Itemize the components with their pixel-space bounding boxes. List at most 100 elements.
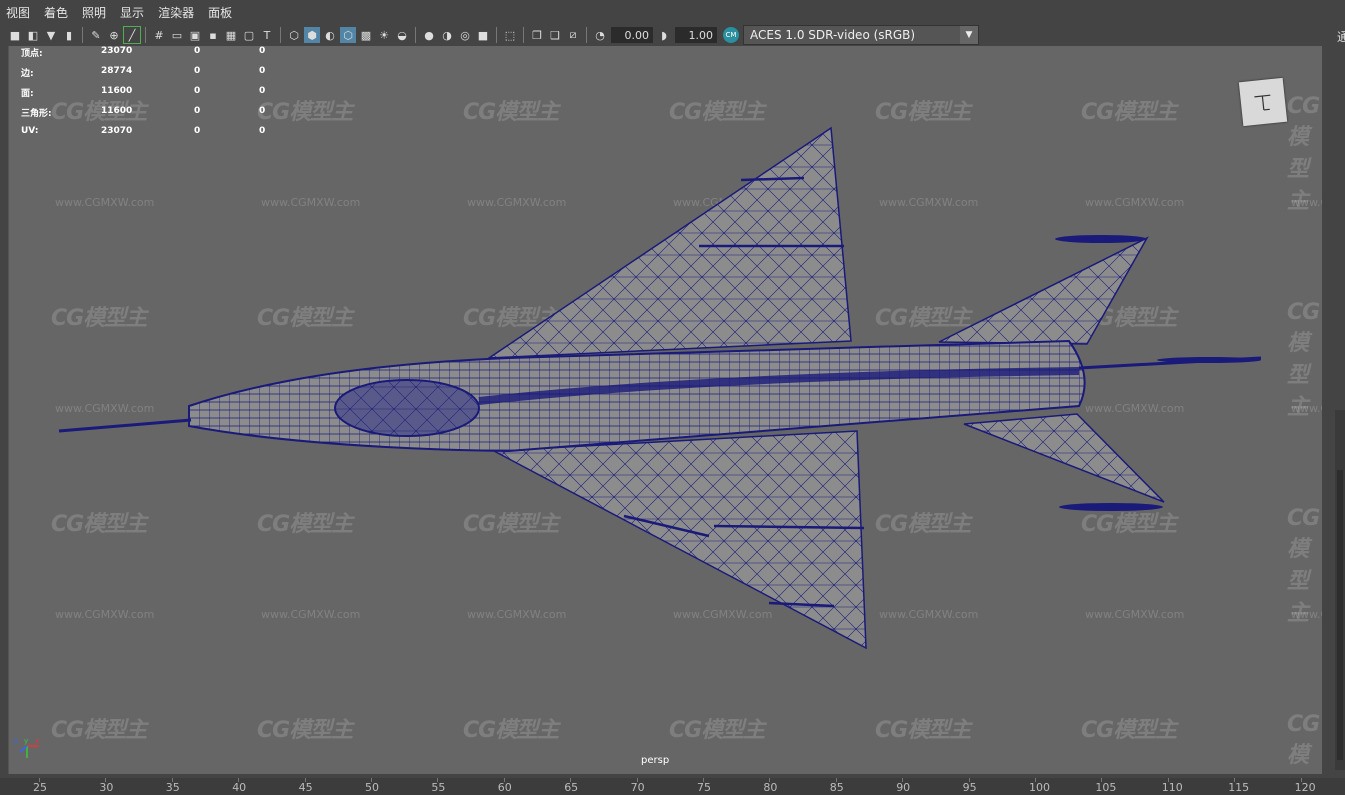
- menu-lighting[interactable]: 照明: [76, 4, 114, 21]
- hud-value: 0: [194, 46, 201, 56]
- film-gate-icon[interactable]: ▭: [169, 27, 185, 43]
- separator: [415, 27, 416, 43]
- color-management-icon[interactable]: CM: [723, 27, 739, 43]
- safe-action-icon[interactable]: ▢: [241, 27, 257, 43]
- timeline-tick-label: 65: [564, 781, 579, 794]
- hud-label: UV:: [21, 126, 39, 136]
- hud-value: 0: [259, 66, 266, 76]
- timeline-tick-label: 80: [763, 781, 778, 794]
- shadows-icon[interactable]: ◒: [394, 27, 410, 43]
- resolution-gate-icon[interactable]: ▣: [187, 27, 203, 43]
- separator: [496, 27, 497, 43]
- textured-icon[interactable]: ▩: [358, 27, 374, 43]
- axis-label-y: y: [24, 737, 28, 745]
- 3d-viewport[interactable]: CG模型主 www.CGMXW.com CG模型主 www.CGMXW.com CG模型…: [8, 46, 1323, 774]
- panel-toolbar: ■ ◧ ▼ ▮ ✎ ⊕ ╱ # ▭ ▣ ▪ ▦ ▢ T ⬡ ⬢ ◐ ⬡ ▩ ☀ …: [0, 24, 1345, 46]
- separator: [82, 27, 83, 43]
- view-cube[interactable]: [1238, 77, 1288, 127]
- timeline-tick-label: 75: [697, 781, 711, 794]
- hud-label: 顶点:: [21, 49, 43, 59]
- hud-value: 11600: [101, 106, 133, 116]
- timeline-tick-label: 45: [298, 781, 313, 794]
- timeline-tick-label: 100: [1029, 781, 1050, 794]
- axis-gizmo: z y x: [14, 737, 39, 758]
- hud-value: 0: [259, 86, 266, 96]
- smooth-shade-icon[interactable]: ⬢: [304, 27, 320, 43]
- safe-title-icon[interactable]: T: [259, 27, 275, 43]
- menu-view[interactable]: 视图: [0, 4, 38, 21]
- anti-aliasing-icon[interactable]: ◎: [457, 27, 473, 43]
- timeline-tick-label: 35: [165, 781, 180, 794]
- hud-value: 0: [194, 86, 201, 96]
- menu-panels[interactable]: 面板: [202, 4, 240, 21]
- hud-value: 0: [194, 126, 201, 136]
- hud-value: 0: [259, 106, 266, 116]
- axis-label-x: x: [35, 737, 39, 745]
- hud-row: 三角形: 11600 0 0: [21, 106, 281, 126]
- timeline-tick-label: 50: [365, 781, 379, 794]
- timeline-tick-label: 55: [431, 781, 446, 794]
- timeline-tick-label: 60: [497, 781, 512, 794]
- grid-icon[interactable]: #: [151, 27, 167, 43]
- separator: [280, 27, 281, 43]
- timeline-tick-label: 70: [630, 781, 645, 794]
- timeline-tick-label: 90: [896, 781, 911, 794]
- bookmark-icon[interactable]: ▼: [43, 27, 59, 43]
- time-slider[interactable]: 25 30 35 40 45 50 55 60 65 70 75 80 85 90 95 100 105 110 1…: [0, 778, 1345, 795]
- camera-icon[interactable]: ■: [7, 27, 23, 43]
- xray-components-icon[interactable]: ⧄: [565, 27, 581, 43]
- gate-mask-icon[interactable]: ▪: [205, 27, 221, 43]
- pitot-probe: [58, 418, 192, 433]
- menu-renderer[interactable]: 渲染器: [152, 4, 202, 21]
- xray-joints-icon[interactable]: ❑: [547, 27, 563, 43]
- timeline-tick-label: 95: [962, 781, 977, 794]
- timeline-tick-label: 25: [33, 781, 47, 794]
- wireframe-on-shaded-icon[interactable]: ⬡: [340, 27, 356, 43]
- right-panel-text: 通: [1337, 30, 1345, 44]
- image-plane-icon[interactable]: ▮: [61, 27, 77, 43]
- poly-count-hud: 顶点: 23070 0 0 边: 28774 0 0 面: 11600 0 0 三角形: 11600 0 0 U…: [21, 46, 281, 146]
- view-cube-axis-icon: [1254, 94, 1271, 111]
- scrollbar-thumb[interactable]: [1337, 470, 1343, 760]
- field-chart-icon[interactable]: ▦: [223, 27, 239, 43]
- gamma-field[interactable]: 1.00: [675, 27, 717, 43]
- timeline-tick-label: 105: [1095, 781, 1117, 794]
- pen-tool-icon[interactable]: ╱: [123, 26, 141, 44]
- axis-label-z: z: [14, 737, 18, 745]
- hud-value: 0: [194, 66, 201, 76]
- hud-value: 0: [194, 106, 201, 116]
- grease-pencil-icon[interactable]: ✎: [88, 27, 104, 43]
- isolate-select-icon[interactable]: ⬚: [502, 27, 518, 43]
- wireframe-icon[interactable]: ⬡: [286, 27, 302, 43]
- menu-bar: 视图 着色 照明 显示 渲染器 面板: [0, 0, 1345, 24]
- hud-value: 0: [259, 46, 266, 56]
- hud-value: 11600: [101, 86, 133, 96]
- exposure-field[interactable]: 0.00: [611, 27, 653, 43]
- 2d-pan-zoom-icon[interactable]: ⊕: [106, 27, 122, 43]
- camera-name-label: persp: [641, 755, 670, 766]
- screen-space-ao-icon[interactable]: ●: [421, 27, 437, 43]
- camera-attributes-icon[interactable]: ◧: [25, 27, 41, 43]
- xray-icon[interactable]: ❐: [529, 27, 545, 43]
- timeline-tick-label: 30: [99, 781, 114, 794]
- hud-value: 0: [259, 126, 266, 136]
- hud-label: 三角形:: [21, 109, 52, 119]
- color-space-dropdown[interactable]: ACES 1.0 SDR-video (sRGB) ▼: [743, 25, 979, 45]
- hud-row: 边: 28774 0 0: [21, 66, 281, 86]
- hud-label: 边:: [21, 69, 34, 79]
- hud-value: 28774: [101, 66, 133, 76]
- menu-shading[interactable]: 着色: [38, 4, 76, 21]
- separator: [523, 27, 524, 43]
- timeline-tick-label: 115: [1228, 781, 1250, 794]
- motion-blur-icon[interactable]: ◑: [439, 27, 455, 43]
- hud-row: 面: 11600 0 0: [21, 86, 281, 106]
- hud-value: 23070: [101, 46, 133, 56]
- hud-row: 顶点: 23070 0 0: [21, 46, 281, 66]
- gamma-icon[interactable]: ◗: [656, 27, 672, 43]
- depth-of-field-icon[interactable]: ■: [475, 27, 491, 43]
- default-material-icon[interactable]: ◐: [322, 27, 338, 43]
- exposure-icon[interactable]: ◔: [592, 27, 608, 43]
- vertical-scrollbar[interactable]: [1335, 410, 1345, 770]
- menu-show[interactable]: 显示: [114, 4, 152, 21]
- lights-icon[interactable]: ☀: [376, 27, 392, 43]
